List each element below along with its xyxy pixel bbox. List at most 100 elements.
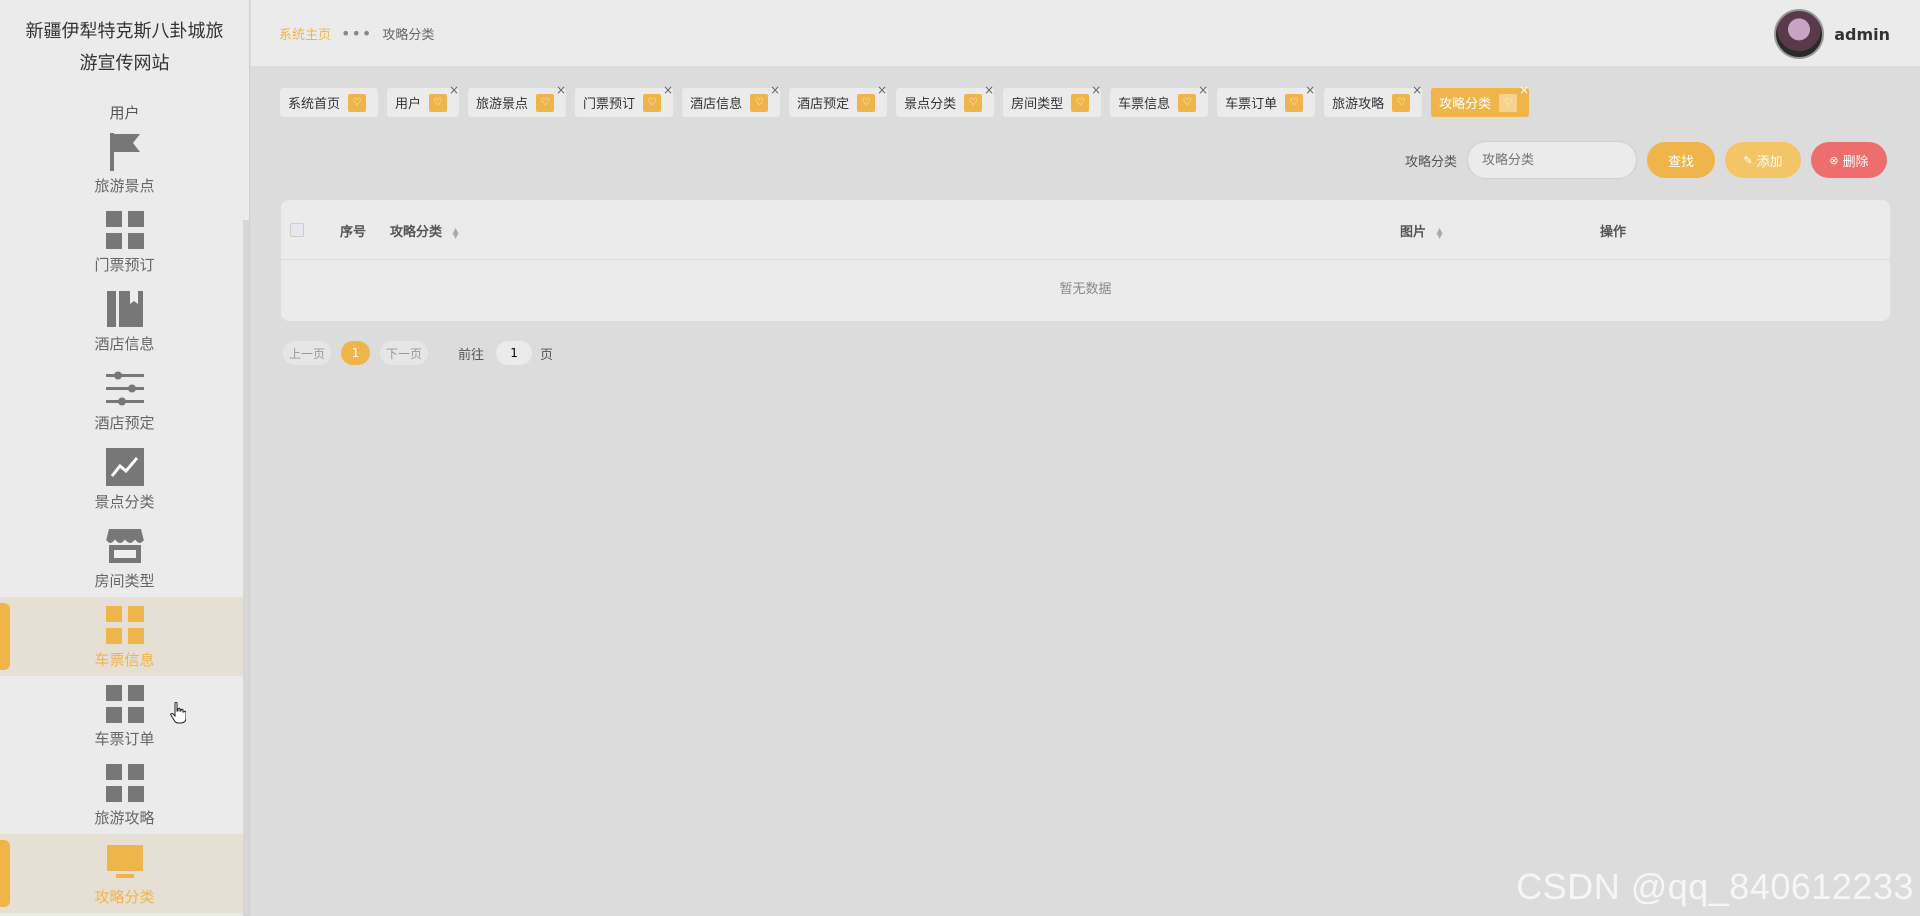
sidebar-item-label: 酒店信息: [94, 335, 155, 353]
tab-label: 攻略分类: [1439, 97, 1492, 112]
tab-label: 车票信息: [1118, 97, 1171, 112]
find-button-label: 查找: [1667, 154, 1694, 170]
tab-1[interactable]: 用户 ♡ ×: [387, 83, 460, 117]
username[interactable]: admin: [1834, 25, 1890, 44]
close-circle-icon: ⊗: [1829, 153, 1839, 167]
tab-label: 系统首页: [288, 97, 341, 112]
goto-label: 前往: [458, 347, 485, 363]
tag-icon: ♡: [429, 93, 448, 112]
sidebar-item-2[interactable]: 酒店信息: [0, 281, 249, 360]
tag-icon: ♡: [964, 93, 983, 112]
tab-8[interactable]: 车票信息 ♡ ×: [1110, 83, 1209, 117]
sidebar-item-7[interactable]: 车票订单: [0, 676, 249, 755]
sliders-icon: [105, 368, 145, 408]
tab-label: 用户: [395, 97, 422, 112]
tab-label: 旅游攻略: [1332, 97, 1385, 112]
sidebar-item-4[interactable]: 景点分类: [0, 439, 249, 518]
sidebar-header-user: 用户: [109, 104, 140, 122]
breadcrumb-home[interactable]: 系统主页: [279, 24, 331, 43]
close-icon[interactable]: ×: [663, 83, 673, 97]
sort-icon[interactable]: ▲ ▼: [1437, 226, 1443, 239]
tab-0[interactable]: 系统首页 ♡: [280, 88, 379, 117]
tab-5[interactable]: 酒店预定 ♡ ×: [789, 83, 888, 117]
tab-2[interactable]: 旅游景点 ♡ ×: [468, 83, 567, 117]
sidebar-item-label: 车票信息: [94, 651, 155, 669]
search-label: 攻略分类: [1404, 154, 1457, 170]
tab-10[interactable]: 旅游攻略 ♡ ×: [1324, 83, 1423, 117]
close-icon[interactable]: ×: [556, 83, 566, 97]
tab-label: 门票预订: [583, 97, 636, 112]
sort-icon[interactable]: ▲ ▼: [453, 226, 459, 239]
close-icon[interactable]: ×: [1198, 83, 1208, 97]
close-icon[interactable]: ×: [1412, 83, 1422, 97]
sidebar-item-6[interactable]: 车票信息: [0, 597, 249, 676]
grid-icon: [105, 763, 145, 803]
select-all-checkbox[interactable]: [290, 223, 304, 237]
find-button[interactable]: 查找: [1647, 142, 1715, 178]
breadcrumb: 系统主页 ••• 攻略分类: [279, 24, 434, 43]
close-icon[interactable]: ×: [984, 83, 994, 97]
column-category[interactable]: 攻略分类 ▲ ▼: [390, 221, 459, 240]
delete-button-label: 删除: [1842, 154, 1869, 170]
pagination: 上一页 1 下一页 前往 页: [283, 341, 553, 365]
tab-label: 房间类型: [1011, 97, 1064, 112]
sidebar-scrollbar[interactable]: [243, 220, 249, 916]
sidebar-item-label: 旅游攻略: [94, 809, 155, 827]
prev-page-button[interactable]: 上一页: [283, 341, 332, 365]
tag-icon: ♡: [1178, 93, 1197, 112]
site-title: 新疆伊犁特克斯八卦城旅游宣传网站: [25, 21, 224, 74]
edit-icon: ✎: [1743, 153, 1753, 167]
category-table: 序号 攻略分类 ▲ ▼ 图片 ▲ ▼ 操作 暂无数据: [281, 200, 1890, 321]
monitor-icon: [105, 842, 145, 882]
tag-icon: ♡: [1392, 93, 1411, 112]
goto-page-input[interactable]: [496, 341, 533, 365]
sidebar-item-8[interactable]: 旅游攻略: [0, 755, 249, 834]
close-icon[interactable]: ×: [770, 83, 780, 97]
flag-icon: [105, 131, 145, 171]
sidebar-item-label: 攻略分类: [94, 888, 155, 906]
tab-label: 车票订单: [1225, 97, 1278, 112]
close-icon[interactable]: ×: [1519, 83, 1529, 97]
sidebar-item-0[interactable]: 旅游景点: [0, 123, 249, 202]
sidebar-item-3[interactable]: 酒店预定: [0, 360, 249, 439]
tab-9[interactable]: 车票订单 ♡ ×: [1217, 83, 1316, 117]
tab-label: 旅游景点: [476, 97, 529, 112]
tab-11[interactable]: 攻略分类 ♡ ×: [1431, 83, 1530, 117]
sidebar-item-9[interactable]: 攻略分类: [0, 834, 249, 913]
chart-icon: [105, 447, 145, 487]
next-page-button[interactable]: 下一页: [380, 341, 429, 365]
sidebar-item-label: 门票预订: [94, 256, 155, 274]
tag-icon: ♡: [750, 93, 769, 112]
book-icon: [105, 289, 145, 329]
add-button[interactable]: ✎ 添加: [1725, 142, 1801, 178]
sidebar-item-5[interactable]: 房间类型: [0, 518, 249, 597]
table-header: 序号 攻略分类 ▲ ▼ 图片 ▲ ▼ 操作: [281, 200, 1890, 260]
avatar[interactable]: [1774, 9, 1825, 59]
tag-icon: ♡: [857, 93, 876, 112]
delete-button[interactable]: ⊗ 删除: [1811, 142, 1887, 178]
column-image[interactable]: 图片 ▲ ▼: [1400, 221, 1443, 240]
sidebar-item-1[interactable]: 门票预订: [0, 202, 249, 281]
sidebar: 新疆伊犁特克斯八卦城旅游宣传网站 用户 旅游景点门票预订酒店信息酒店预定景点分类…: [0, 0, 250, 916]
close-icon[interactable]: ×: [1091, 83, 1101, 97]
tag-icon: ♡: [1071, 93, 1090, 112]
close-icon[interactable]: ×: [449, 83, 459, 97]
sidebar-item-label: 房间类型: [94, 572, 155, 590]
tab-label: 酒店信息: [690, 97, 743, 112]
category-search-input[interactable]: [1467, 141, 1637, 179]
page-number[interactable]: 1: [341, 341, 371, 365]
hand-cursor-icon: [170, 702, 186, 724]
user-menu[interactable]: admin: [1774, 9, 1890, 59]
sidebar-item-label: 景点分类: [94, 493, 155, 511]
close-icon[interactable]: ×: [877, 83, 887, 97]
close-icon[interactable]: ×: [1305, 83, 1315, 97]
breadcrumb-separator: •••: [341, 23, 373, 43]
sidebar-item-label: 酒店预定: [94, 414, 155, 432]
tab-6[interactable]: 景点分类 ♡ ×: [896, 83, 995, 117]
empty-text: 暂无数据: [1059, 282, 1112, 297]
breadcrumb-current: 攻略分类: [382, 27, 435, 43]
tab-7[interactable]: 房间类型 ♡ ×: [1003, 83, 1102, 117]
tab-3[interactable]: 门票预订 ♡ ×: [575, 83, 674, 117]
tab-4[interactable]: 酒店信息 ♡ ×: [682, 83, 781, 117]
grid-icon: [105, 684, 145, 724]
